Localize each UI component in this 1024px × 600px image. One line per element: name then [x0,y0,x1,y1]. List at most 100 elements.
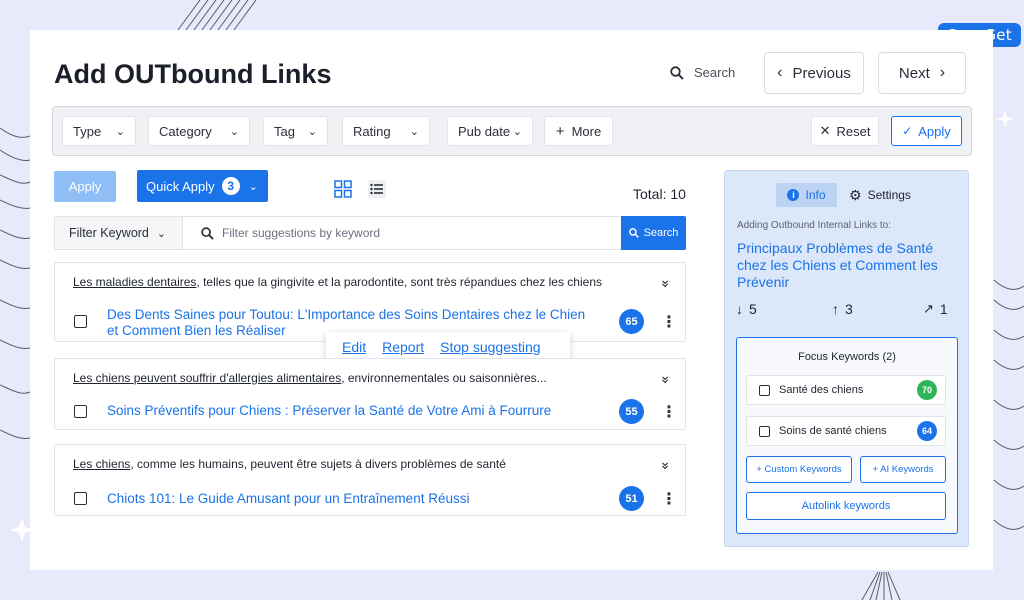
chevron-right-icon: › [939,64,946,81]
inbound-count: 5 [749,301,757,317]
list-view-icon[interactable] [368,180,386,198]
close-icon: ✕ [819,123,831,138]
custom-keywords-button[interactable]: + Custom Keywords [746,456,852,483]
filter-apply-button[interactable]: ✓ Apply [891,116,962,146]
focus-keyword-checkbox[interactable] [759,426,770,437]
tab-settings[interactable]: ⚙ Settings [849,187,911,204]
filter-pub-date[interactable]: Pub date ⌄ [447,116,533,146]
filter-type[interactable]: Type ⌄ [62,116,136,146]
focus-keyword-score: 70 [917,380,937,400]
outbound-stat: ↑ 3 [832,301,853,317]
filter-more[interactable]: + More [544,116,613,146]
filter-rating[interactable]: Rating ⌄ [342,116,430,146]
filter-bar: Type ⌄ Category ⌄ Tag ⌄ Rating ⌄ Pub dat… [52,106,972,156]
top-search-label: Search [694,65,736,80]
total-count: Total: 10 [633,186,686,202]
filter-type-label: Type [73,123,102,139]
keyword-search-button[interactable]: Search [621,216,686,250]
chevron-down-icon: ⌄ [409,125,419,138]
suggestion-context: Les chiens peuvent souffrir d'allergies … [73,371,547,385]
tab-settings-label: Settings [867,188,911,202]
suggestion-context: Les chiens, comme les humains, peuvent ê… [73,457,506,471]
focus-keyword-score: 64 [917,421,937,441]
filter-tag-label: Tag [274,123,295,139]
suggestion-checkbox[interactable] [74,492,87,505]
chevron-down-icon: ⌄ [512,125,522,138]
main-card: Add OUTbound Links Search ‹ Previous Nex… [30,30,993,570]
arrow-down-icon: ↓ [736,301,743,317]
suggestion-score-badge: 51 [619,486,644,511]
next-button[interactable]: Next › [878,52,966,94]
autolink-keywords-button[interactable]: Autolink keywords [746,492,946,520]
chevron-left-icon: ‹ [777,64,783,81]
info-panel: i Info ⚙ Settings Adding Outbound Intern… [724,170,969,547]
quick-apply-label: Quick Apply [146,178,215,194]
more-options-icon[interactable]: ⋮ [661,312,677,332]
suggestion-anchor: Les chiens [73,457,131,471]
quick-apply-button[interactable]: Quick Apply 3 ⌄ [137,170,268,202]
search-icon [670,65,684,80]
panel-tabs: i Info ⚙ Settings [776,183,911,207]
reset-button[interactable]: ✕ Reset [811,116,879,146]
suggestion-score-badge: 65 [619,309,644,334]
chevron-down-icon: ⌄ [307,125,317,138]
filter-keyword-select[interactable]: Filter Keyword ⌄ [55,217,183,249]
outbound-count: 3 [845,301,853,317]
filter-pub-date-label: Pub date [458,123,511,139]
collapse-icon[interactable]: ⌄ ⌄ [659,367,671,401]
chevron-down-icon: ⌄ [229,125,239,138]
more-options-icon[interactable]: ⋮ [661,402,677,422]
tab-info[interactable]: i Info [776,183,837,207]
panel-target-label: Adding Outbound Internal Links to: [737,220,891,231]
suggestion-anchor: Les maladies dentaires [73,275,197,289]
keyword-filter-bar: Filter Keyword ⌄ Filter suggestions by k… [54,216,686,250]
focus-keyword-item[interactable]: Santé des chiens 70 [746,375,946,405]
external-count: 1 [939,301,948,317]
chevron-down-icon: ⌄ [248,180,258,193]
suggestion-score-badge: 55 [619,399,644,424]
focus-keyword-checkbox[interactable] [759,385,770,396]
grid-view-icon[interactable] [334,180,352,198]
suggestion-checkbox[interactable] [74,315,87,328]
plus-icon: + [555,122,565,140]
suggestion-context: Les maladies dentaires, telles que la gi… [73,275,602,289]
reset-label: Reset [836,123,871,139]
next-label: Next [898,64,930,82]
chevron-down-icon: ⌄ [115,125,125,138]
focus-keywords-title: Focus Keywords (2) [798,351,896,363]
chevron-down-icon: ⌄ [156,227,167,240]
keyword-search-placeholder: Filter suggestions by keyword [222,226,381,240]
page-title: Add OUTbound Links [54,59,332,89]
collapse-icon[interactable]: ⌄ ⌄ [659,453,671,487]
suggestion-link[interactable]: Chiots 101: Le Guide Amusant pour un Ent… [107,491,597,507]
top-search-button[interactable]: Search [670,65,735,80]
edit-link[interactable]: Edit [342,339,366,355]
external-stat: ↗ 1 [923,301,948,317]
search-icon [201,226,214,240]
panel-target-title[interactable]: Principaux Problèmes de Santé chez les C… [737,240,957,291]
collapse-icon[interactable]: ⌄ ⌄ [659,271,671,305]
more-options-icon[interactable]: ⋮ [661,489,677,509]
ai-keywords-button[interactable]: + AI Keywords [860,456,946,483]
arrow-up-icon: ↑ [832,301,839,317]
suggestion-card: Les chiens, comme les humains, peuvent ê… [54,444,686,516]
suggestion-link[interactable]: Soins Préventifs pour Chiens : Préserver… [107,403,597,419]
keyword-search-button-label: Search [643,227,679,239]
keyword-search-input[interactable]: Filter suggestions by keyword [201,226,380,240]
suggestion-checkbox[interactable] [74,405,87,418]
focus-keywords-box: Focus Keywords (2) Santé des chiens 70 S… [736,337,958,534]
suggestion-card: Les chiens peuvent souffrir d'allergies … [54,358,686,430]
focus-keyword-label: Santé des chiens [779,384,864,396]
focus-keyword-item[interactable]: Soins de santé chiens 64 [746,416,946,446]
focus-keyword-label: Soins de santé chiens [779,425,887,437]
suggestion-context-text: , telles que la gingivite et la parodont… [196,275,602,289]
stop-suggesting-link[interactable]: Stop suggesting [440,339,540,355]
filter-category[interactable]: Category ⌄ [148,116,250,146]
filter-rating-label: Rating [353,123,391,139]
check-icon: ✓ [902,124,913,138]
previous-button[interactable]: ‹ Previous [764,52,864,94]
suggestion-context-text: , comme les humains, peuvent être sujets… [130,457,506,471]
filter-tag[interactable]: Tag ⌄ [263,116,328,146]
report-link[interactable]: Report [382,339,424,355]
apply-button[interactable]: Apply [54,171,116,202]
